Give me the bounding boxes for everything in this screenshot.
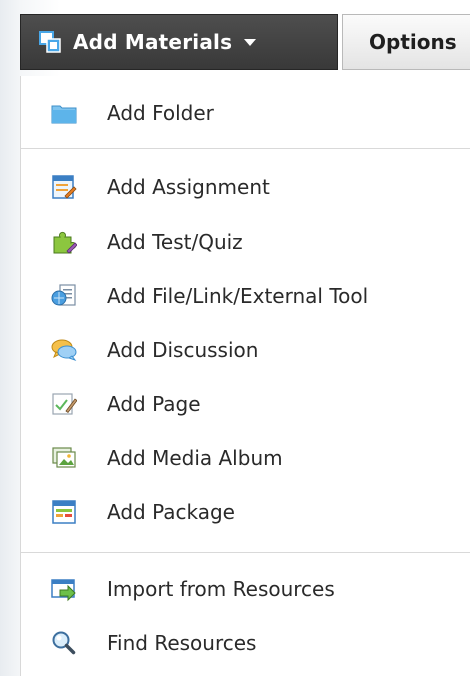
test-quiz-icon	[53, 231, 77, 254]
package-icon	[52, 500, 76, 524]
page: Add Materials Options Add Folder Add Ass…	[0, 0, 470, 676]
menu-item-add-file-link[interactable]: Add File/Link/External Tool	[21, 271, 470, 321]
folder-icon	[51, 105, 77, 124]
assignment-icon	[52, 175, 77, 199]
menu-item-label: Add Assignment	[107, 175, 270, 199]
toolbar: Add Materials Options	[20, 0, 470, 76]
menu-item-import-from-resources[interactable]: Import from Resources	[21, 564, 470, 614]
options-button[interactable]: Options	[342, 14, 470, 70]
menu-item-label: Add Media Album	[107, 446, 283, 470]
menu-item-label: Add File/Link/External Tool	[107, 284, 369, 308]
menu-divider	[21, 552, 470, 553]
menu-item-add-assignment[interactable]: Add Assignment	[21, 162, 470, 212]
menu-item-add-page[interactable]: Add Page	[21, 379, 470, 429]
magnifier-icon	[52, 631, 76, 655]
menu-item-label: Add Discussion	[107, 338, 259, 362]
menu-item-label: Add Page	[107, 392, 201, 416]
add-materials-icon	[39, 31, 61, 53]
menu-item-find-resources[interactable]: Find Resources	[21, 618, 470, 668]
menu-item-label: Import from Resources	[107, 577, 335, 601]
menu-item-label: Add Test/Quiz	[107, 230, 243, 254]
import-icon	[51, 579, 76, 602]
chevron-down-icon	[244, 38, 257, 46]
menu-item-label: Add Folder	[107, 101, 214, 125]
add-materials-button[interactable]: Add Materials	[20, 14, 338, 70]
add-materials-label: Add Materials	[73, 30, 233, 54]
menu-item-add-test-quiz[interactable]: Add Test/Quiz	[21, 217, 470, 267]
add-materials-menu: Add Folder Add Assignment Add Test/Quiz	[20, 76, 470, 676]
options-label: Options	[369, 30, 457, 54]
page-icon	[52, 393, 77, 415]
discussion-icon	[51, 339, 77, 361]
file-link-icon	[51, 284, 76, 306]
menu-item-add-discussion[interactable]: Add Discussion	[21, 325, 470, 375]
media-album-icon	[52, 447, 76, 468]
menu-item-add-package[interactable]: Add Package	[21, 487, 470, 537]
menu-divider	[21, 148, 470, 149]
menu-item-add-folder[interactable]: Add Folder	[21, 88, 470, 138]
menu-item-add-media-album[interactable]: Add Media Album	[21, 433, 470, 483]
menu-item-label: Add Package	[107, 500, 235, 524]
menu-item-label: Find Resources	[107, 631, 257, 655]
